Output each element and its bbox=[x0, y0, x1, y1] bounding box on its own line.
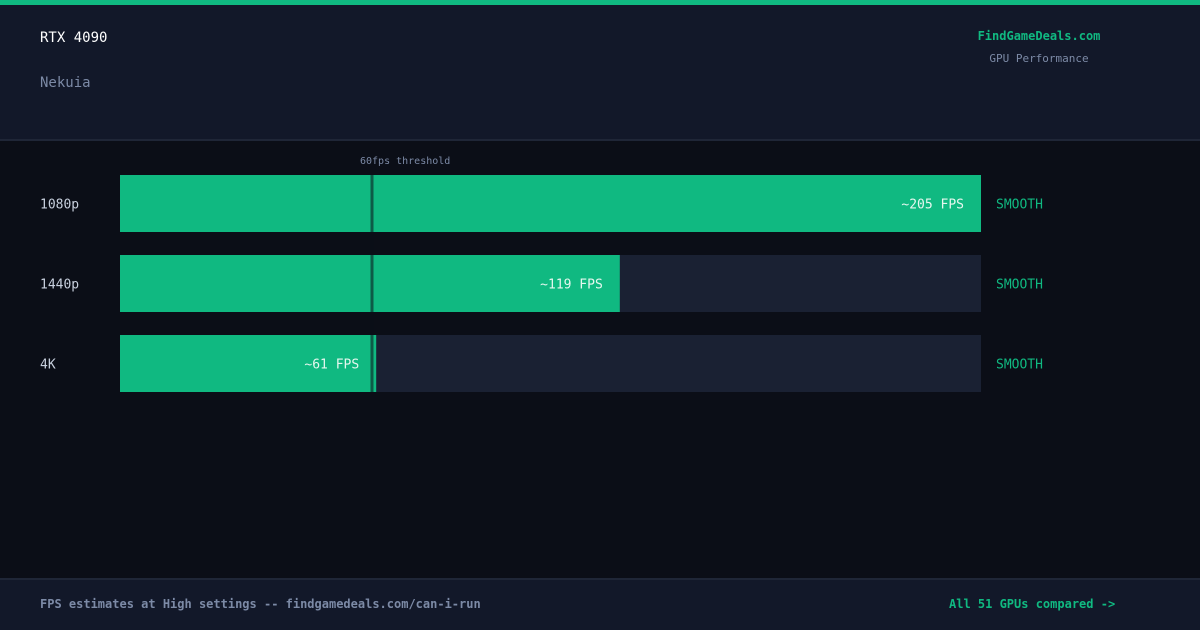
footer-note: FPS estimates at High settings -- findga… bbox=[40, 597, 481, 611]
bar-category-label: 1440p bbox=[40, 278, 79, 293]
threshold-line bbox=[370, 175, 374, 392]
bar-category-label: 4K bbox=[40, 358, 56, 373]
all-gpus-link[interactable]: All 51 GPUs compared -> bbox=[949, 597, 1115, 611]
bar-value-label: ~205 FPS bbox=[901, 198, 964, 213]
bar-status-label: SMOOTH bbox=[996, 198, 1043, 213]
bar-fill bbox=[120, 175, 981, 232]
threshold-label: 60fps threshold bbox=[360, 156, 450, 167]
bar-value-label: ~119 FPS bbox=[540, 278, 603, 293]
bar-status-label: SMOOTH bbox=[996, 278, 1043, 293]
bar-status-label: SMOOTH bbox=[996, 358, 1043, 373]
fps-bar-chart: 1080p ~205 FPS SMOOTH 1440p ~119 FPS SMOOTH 4K… bbox=[40, 156, 1043, 392]
bar-category-label: 1080p bbox=[40, 198, 79, 213]
bar-value-label: ~61 FPS bbox=[304, 358, 359, 373]
footer: FPS estimates at High settings -- findga… bbox=[0, 578, 1200, 630]
